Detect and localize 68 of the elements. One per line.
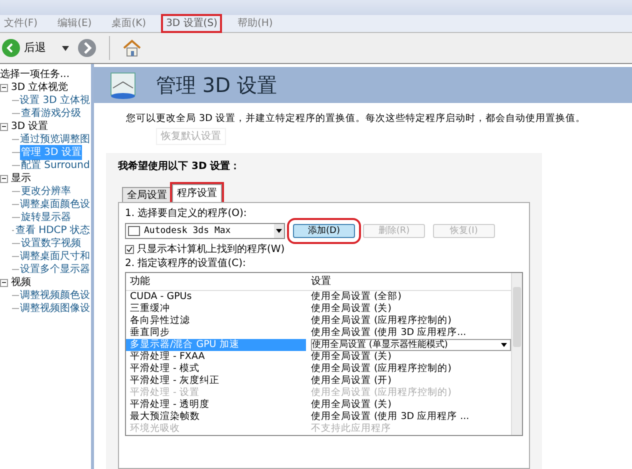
setting-cell-text: 使用全局设置 (全部): [311, 290, 402, 303]
setting-cell-text: 使用全局设置 (关): [311, 398, 392, 411]
setting-cell-text: 使用全局设置 (使用 3D 应用程序 ...: [311, 410, 470, 423]
tree-item[interactable]: 设置数字视频: [20, 236, 82, 251]
page-title: 管理 3D 设置: [156, 72, 277, 99]
step-label: 1. 选择要自定义的程序(O):: [125, 206, 248, 220]
tree-item[interactable]: 查看游戏分级: [20, 106, 82, 121]
step-label: 2. 指定该程序的设置值(C):: [125, 256, 247, 270]
scrollbar[interactable]: [511, 273, 522, 436]
collapse-icon[interactable]: [0, 278, 8, 286]
feature-cell[interactable]: 平滑处理 - 透明度: [126, 399, 306, 412]
collapse-icon[interactable]: [0, 84, 8, 92]
collapse-icon[interactable]: [0, 122, 8, 130]
tree-item[interactable]: 更改分辨率: [20, 184, 72, 199]
tree-group-label[interactable]: 视频: [11, 275, 31, 290]
setting-cell-text: 使用全局设置 (开): [311, 374, 392, 387]
tree-item[interactable]: 调整桌面尺寸和: [19, 249, 91, 264]
page-description: 您可以更改全局 3D 设置，并建立特定程序的置换值。每次这些特定程序启动时，都会自动使用置换值。: [126, 112, 586, 126]
column-header: 功能: [129, 274, 151, 290]
dropdown-caret-icon: [274, 224, 284, 238]
feature-cell[interactable]: CUDA - GPUs: [126, 291, 306, 304]
settings-tab[interactable]: 全局设置: [122, 187, 172, 202]
setting-cell-text: 使用全局设置 (应用程序控制的): [311, 386, 452, 399]
tree-item[interactable]: 设置多个显示器: [19, 262, 91, 277]
menu-item[interactable]: 桌面(K): [108, 16, 150, 31]
sidebar-title: 选择一项任务...: [0, 68, 71, 81]
tree-item[interactable]: 配置 Surround: [20, 158, 91, 173]
checkbox-label: 只显示本计算机上找到的程序(W): [137, 242, 285, 257]
tree-item[interactable]: 调整桌面颜色设: [19, 197, 91, 212]
column-header: 设置: [311, 274, 331, 290]
panel-heading: 我希望使用以下 3D 设置：: [118, 160, 242, 174]
settings-tab[interactable]: 程序设置: [172, 184, 222, 202]
feature-cell[interactable]: 平滑处理 - 模式: [126, 363, 306, 376]
collapse-icon[interactable]: [0, 174, 8, 182]
3d-settings-icon: [108, 70, 138, 100]
menu-item[interactable]: 帮助(H): [234, 16, 276, 31]
tree-item[interactable]: 设置 3D 立体視: [18, 93, 91, 108]
setting-dropdown[interactable]: 使用全局设置 (单显示器性能模式): [311, 339, 511, 352]
tree-group-label[interactable]: 3D 设置: [11, 119, 48, 134]
setting-cell: 不支持此应用程序: [311, 422, 391, 436]
program-dropdown[interactable]: Autodesk 3ds Max: [125, 223, 285, 240]
feature-cell[interactable]: 各向异性过滤: [126, 315, 306, 328]
program-icon: [128, 226, 140, 236]
setting-cell-text: 使用全局设置 (关): [311, 350, 392, 363]
tree-group-label[interactable]: 显示: [11, 171, 31, 186]
tree-item[interactable]: 查看 HDCP 状态: [14, 223, 91, 238]
menu-item[interactable]: 文件(F): [1, 16, 41, 31]
tree-group-label[interactable]: 3D 立体视觉: [11, 80, 68, 95]
tree-item[interactable]: 调整视频颜色设: [19, 288, 91, 303]
dropdown-caret-icon: [501, 343, 507, 348]
setting-cell-text: 使用全局设置 (应用程序控制的): [311, 314, 452, 327]
tree-item[interactable]: 通过预览调整图: [19, 132, 91, 147]
setting-cell-text: 使用全局设置 (关): [311, 302, 392, 315]
setting-cell-text: 使用全局设置 (应用程序控制的): [311, 362, 452, 375]
feature-cell[interactable]: 垂直同步: [126, 327, 306, 340]
feature-cell[interactable]: 平滑处理 - 灰度纠正: [126, 375, 306, 388]
feature-cell[interactable]: 三重缓冲: [126, 303, 306, 316]
checkbox[interactable]: [125, 244, 134, 254]
back-button[interactable]: 后退: [2, 36, 50, 60]
setting-cell-text: 使用全局设置 (使用 3D 应用程序...: [311, 326, 466, 340]
feature-cell[interactable]: 最大预渲染帧数: [126, 411, 306, 424]
menu-item[interactable]: 3D 设置(S): [163, 16, 220, 31]
tree-item[interactable]: 旋转显示器: [20, 210, 72, 225]
dropdown-caret-icon[interactable]: [62, 46, 69, 50]
menu-item[interactable]: 编辑(E): [54, 16, 95, 31]
tree-item[interactable]: 调整视频图像设: [19, 301, 91, 316]
home-icon[interactable]: [122, 38, 142, 58]
feature-cell[interactable]: 平滑处理 - FXAA: [126, 351, 306, 364]
